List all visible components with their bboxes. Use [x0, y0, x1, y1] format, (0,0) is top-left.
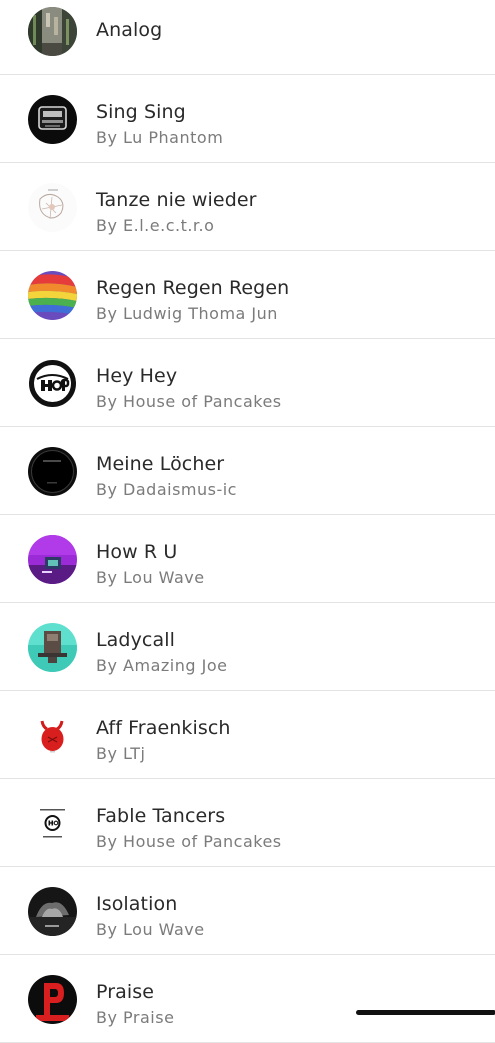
- song-row[interactable]: Ladycall By Amazing Joe: [0, 603, 495, 691]
- song-artist: By House of Pancakes: [96, 832, 282, 851]
- rainbow-flag-icon: [28, 271, 77, 320]
- song-artist: By Lu Phantom: [96, 128, 224, 147]
- song-list: Analog Sing Sing By Lu Phantom Tanze nie…: [0, 0, 495, 1043]
- song-artist: By Ludwig Thoma Jun: [96, 304, 278, 323]
- song-row[interactable]: Aff Fraenkisch By LTj: [0, 691, 495, 779]
- black-disc-icon: [28, 447, 77, 496]
- song-title: Meine Löcher: [96, 453, 225, 475]
- song-artist: By Amazing Joe: [96, 656, 228, 675]
- song-row[interactable]: Fable Tancers By House of Pancakes: [0, 779, 495, 867]
- song-title: How R U: [96, 541, 178, 563]
- song-title: Fable Tancers: [96, 805, 226, 827]
- black-logo-icon: [28, 95, 77, 144]
- song-row[interactable]: Hey Hey By House of Pancakes: [0, 339, 495, 427]
- praise-logo-icon: [28, 975, 77, 1024]
- home-indicator: [356, 1010, 495, 1015]
- song-row[interactable]: Isolation By Lou Wave: [0, 867, 495, 955]
- song-artist: By House of Pancakes: [96, 392, 282, 411]
- song-title: Hey Hey: [96, 365, 178, 387]
- song-title: Regen Regen Regen: [96, 277, 290, 299]
- song-title: Praise: [96, 981, 155, 1003]
- song-artist: By Lou Wave: [96, 920, 205, 939]
- song-title: Ladycall: [96, 629, 175, 651]
- dark-photo-icon: [28, 887, 77, 936]
- song-row[interactable]: Sing Sing By Lu Phantom: [0, 75, 495, 163]
- hop-logo-icon: [28, 359, 77, 408]
- teal-cover-icon: [28, 623, 77, 672]
- song-artist: By Praise: [96, 1008, 175, 1027]
- purple-cover-icon: [28, 535, 77, 584]
- sketch-icon: [28, 183, 77, 232]
- song-title: Analog: [96, 19, 163, 41]
- song-artist: By LTj: [96, 744, 146, 763]
- song-row[interactable]: Regen Regen Regen By Ludwig Thoma Jun: [0, 251, 495, 339]
- song-artist: By Lou Wave: [96, 568, 205, 587]
- song-row[interactable]: Praise By Praise: [0, 955, 495, 1043]
- photo-street-icon: [28, 7, 77, 56]
- song-artist: By Dadaismus-ic: [96, 480, 237, 499]
- song-row[interactable]: Meine Löcher By Dadaismus-ic: [0, 427, 495, 515]
- song-row[interactable]: Analog: [0, 0, 495, 75]
- red-devil-icon: [28, 711, 77, 760]
- song-title: Tanze nie wieder: [96, 189, 257, 211]
- song-title: Isolation: [96, 893, 178, 915]
- song-row[interactable]: How R U By Lou Wave: [0, 515, 495, 603]
- song-artist: By E.l.e.c.t.r.o: [96, 216, 215, 235]
- song-title: Sing Sing: [96, 101, 186, 123]
- song-title: Aff Fraenkisch: [96, 717, 231, 739]
- hop-small-icon: [28, 799, 77, 848]
- song-row[interactable]: Tanze nie wieder By E.l.e.c.t.r.o: [0, 163, 495, 251]
